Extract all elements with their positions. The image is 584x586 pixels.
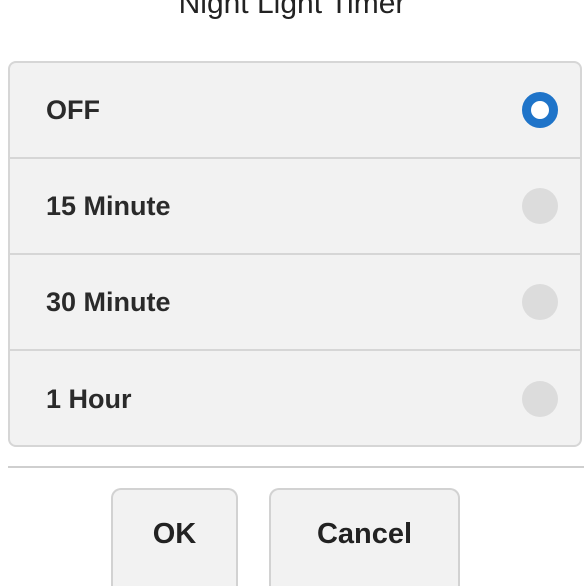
cancel-button-label: Cancel bbox=[316, 517, 413, 550]
dialog-title: Night Light Timer bbox=[178, 0, 406, 20]
ok-button[interactable]: OK bbox=[111, 488, 238, 586]
ok-button-label: OK bbox=[152, 517, 197, 550]
cancel-button[interactable]: Cancel bbox=[269, 488, 460, 586]
option-off[interactable]: OFF bbox=[10, 63, 580, 159]
option-label: OFF bbox=[46, 94, 100, 125]
option-15-minute[interactable]: 15 Minute bbox=[10, 159, 580, 255]
radio-button-icon[interactable] bbox=[522, 381, 558, 417]
radio-button-icon[interactable] bbox=[522, 92, 558, 128]
option-1-hour[interactable]: 1 Hour bbox=[10, 351, 580, 445]
option-label: 1 Hour bbox=[46, 383, 132, 414]
radio-button-icon[interactable] bbox=[522, 284, 558, 320]
options-list: OFF 15 Minute 30 Minute 1 Hour bbox=[8, 61, 582, 447]
button-divider bbox=[8, 466, 584, 468]
option-label: 15 Minute bbox=[46, 190, 171, 221]
radio-button-icon[interactable] bbox=[522, 188, 558, 224]
option-30-minute[interactable]: 30 Minute bbox=[10, 255, 580, 351]
option-label: 30 Minute bbox=[46, 286, 171, 317]
